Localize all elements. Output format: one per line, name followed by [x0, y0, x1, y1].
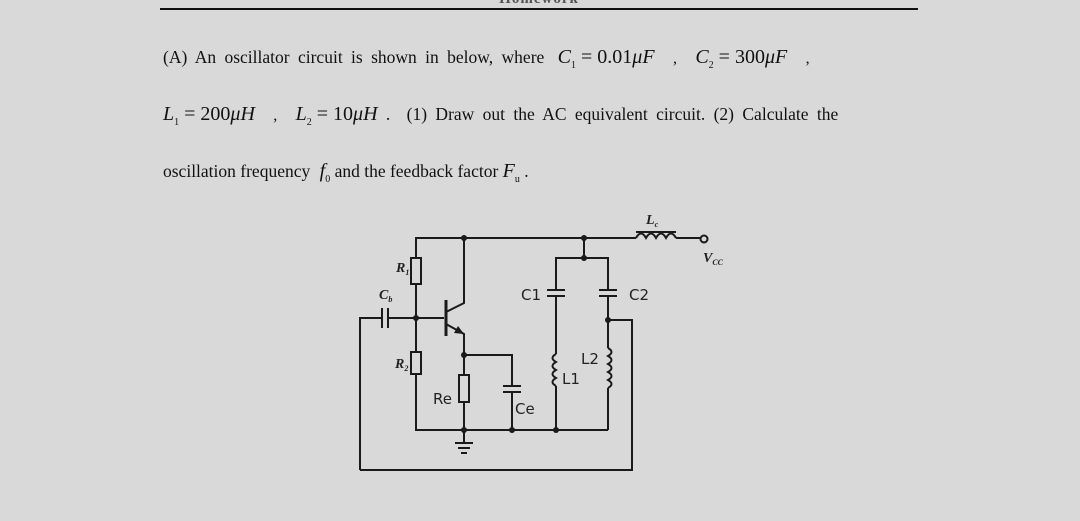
label-r1: R1 — [395, 261, 409, 277]
wire-feedback-loop — [360, 319, 633, 471]
label-lc: Lc — [645, 213, 659, 229]
wire-top-rail — [415, 237, 636, 258]
label-re: Re — [433, 390, 452, 408]
label-r2: R2 — [394, 357, 408, 373]
label-c2: C2 — [629, 286, 649, 304]
ground-icon — [455, 442, 473, 454]
capacitor-c1 — [547, 289, 565, 297]
capacitor-c2 — [599, 289, 617, 297]
inductor-l2 — [605, 347, 613, 389]
resistor-r1 — [410, 257, 422, 285]
inductor-lc — [635, 231, 709, 244]
npn-transistor — [444, 238, 465, 355]
capacitor-cb — [381, 308, 389, 328]
label-ce: Ce — [515, 400, 535, 418]
capacitor-ce — [503, 385, 521, 393]
label-cb: Cb — [379, 288, 392, 304]
label-l2: L2 — [581, 350, 599, 368]
resistor-r2 — [410, 351, 422, 375]
oscillator-circuit-diagram: Lc VCC R1 R2 Cb Re Ce C1 L1 C2 L2 — [359, 213, 724, 471]
resistor-re — [458, 374, 470, 403]
label-l1: L1 — [562, 370, 580, 388]
label-vcc: VCC — [703, 251, 724, 267]
label-c1: C1 — [521, 286, 541, 304]
inductor-l1 — [551, 353, 559, 387]
